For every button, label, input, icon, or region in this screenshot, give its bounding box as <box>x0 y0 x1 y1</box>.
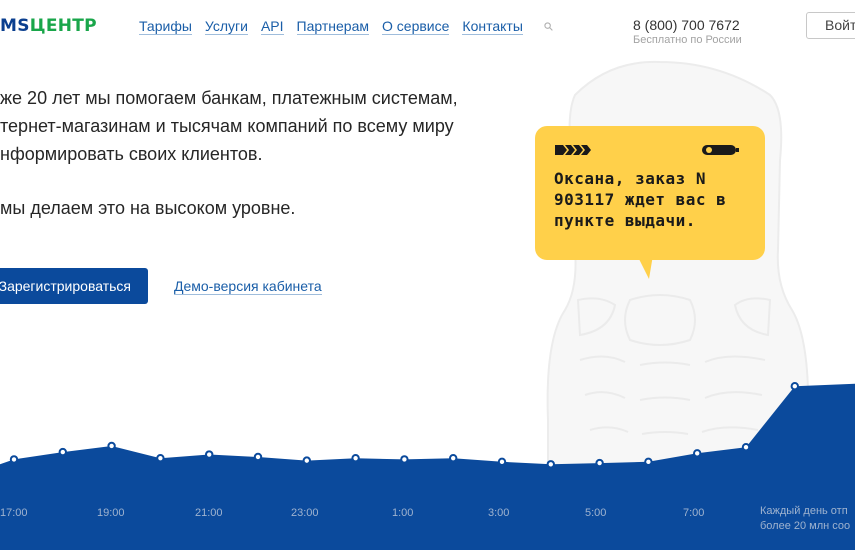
chart-point <box>9 455 19 464</box>
chart-note-line-2: более 20 млн соо <box>760 520 851 532</box>
chart-point <box>790 382 799 391</box>
chart-point <box>58 447 67 457</box>
chart-point <box>644 457 653 467</box>
chart-point <box>741 443 751 452</box>
chart-note-line-1: Каждый день отп <box>760 505 848 517</box>
tick-label: 21:00 <box>195 507 223 519</box>
chart-point <box>156 453 165 463</box>
chart-point <box>595 458 604 468</box>
chart-note: Каждый день отп более 20 млн соо <box>760 504 850 534</box>
tick-label: 5:00 <box>585 507 607 519</box>
chart-point <box>693 449 702 458</box>
traffic-area-chart <box>0 382 855 550</box>
tick-label: 1:00 <box>392 507 414 519</box>
chart-point <box>400 455 409 464</box>
chart-point <box>107 441 116 451</box>
chart-point <box>497 457 507 467</box>
chart-point <box>302 456 311 465</box>
tick-label: 23:00 <box>291 507 319 519</box>
chart-point <box>449 453 458 463</box>
tick-label: 17:00 <box>0 507 28 519</box>
tick-label: 3:00 <box>488 507 510 519</box>
tick-label: 19:00 <box>97 507 125 519</box>
tick-label: 7:00 <box>683 507 705 519</box>
chart-point <box>351 453 360 463</box>
chart-area <box>0 383 855 550</box>
chart-point <box>253 452 263 462</box>
chart-point <box>205 450 214 459</box>
chart-point <box>546 460 555 469</box>
